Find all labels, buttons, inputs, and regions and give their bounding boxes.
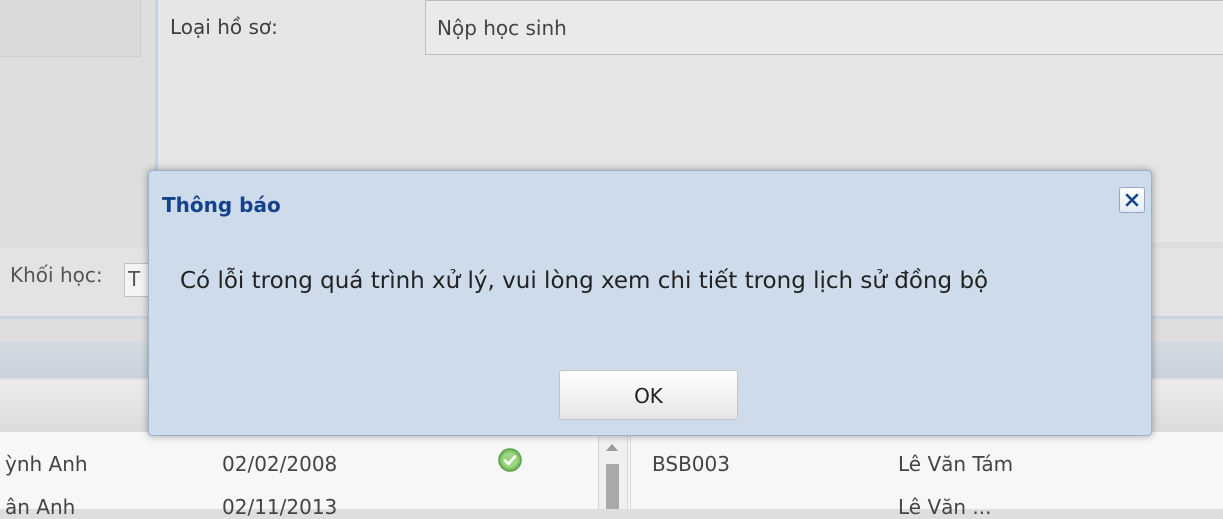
student-dob[interactable]: 02/02/2008 xyxy=(222,452,337,476)
student-dob[interactable]: 02/11/2013 xyxy=(222,495,337,519)
student-name[interactable]: ỳnh Anh xyxy=(5,452,88,476)
check-circle-icon xyxy=(498,448,522,472)
dialog-message: Có lỗi trong quá trình xử lý, vui lòng x… xyxy=(180,268,989,294)
student-name[interactable]: ân Anh xyxy=(5,495,75,519)
grade-label: Khối học: xyxy=(10,263,103,287)
scroll-thumb[interactable] xyxy=(606,464,619,509)
student-code[interactable]: BSB003 xyxy=(652,452,730,476)
close-button[interactable] xyxy=(1119,187,1145,213)
dialog-title: Thông báo xyxy=(162,193,281,217)
student-name[interactable]: Lê Văn Tám xyxy=(898,452,1013,476)
ok-button[interactable]: OK xyxy=(559,370,738,420)
scroll-up-icon[interactable] xyxy=(606,444,618,451)
doc-type-field[interactable]: Nộp học sinh xyxy=(425,0,1223,55)
close-icon xyxy=(1125,193,1139,207)
doc-type-label: Loại hồ sơ: xyxy=(170,15,278,39)
student-name[interactable]: Lê Văn ... xyxy=(898,495,992,519)
sidebar-panel xyxy=(0,0,141,57)
